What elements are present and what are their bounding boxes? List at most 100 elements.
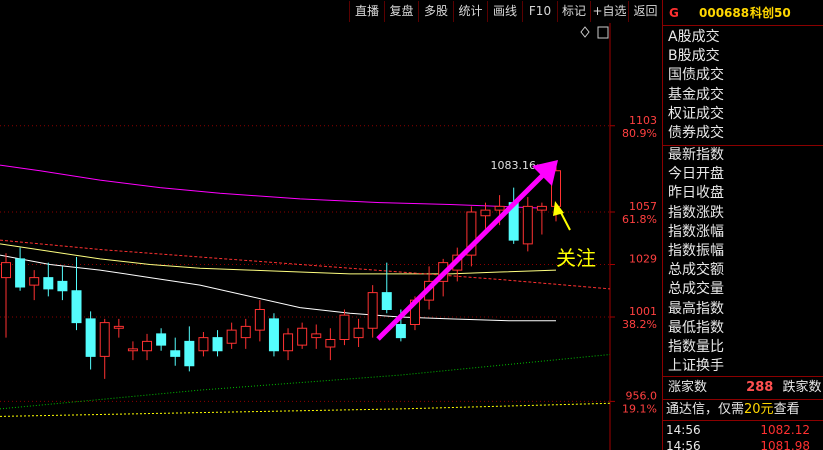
tick-time: 14:56 — [666, 423, 701, 437]
index-field-label: 最新指数 — [668, 147, 724, 163]
promo-suffix: 查看 — [773, 402, 800, 417]
candle-body — [494, 205, 505, 211]
toolbar-button-4[interactable]: 画线 — [487, 1, 522, 22]
candle-body — [1, 262, 11, 279]
index-field-label: 最高指数 — [668, 300, 724, 317]
tick-time: 14:56 — [666, 439, 701, 450]
candle-body — [226, 329, 237, 344]
candle-body — [85, 318, 96, 357]
index-field-label: 指数涨幅 — [668, 223, 724, 240]
index-field-label: 总成交额 — [668, 262, 724, 279]
up-count-label: 涨家数 — [668, 380, 708, 395]
candle-body — [381, 292, 392, 310]
index-field-label: 指数涨跌 — [668, 204, 724, 221]
trend-arrow-shaft — [376, 172, 546, 341]
toolbar-button-8[interactable]: 返回 — [628, 1, 662, 22]
candle-body — [339, 314, 350, 340]
promo-text[interactable]: 通达信，仅需20元查看 — [666, 400, 823, 419]
axis-price-label: 956.0 — [626, 389, 658, 402]
high-price-label: 1083.16 — [491, 159, 537, 172]
promo-price: 20元 — [744, 402, 774, 417]
index-field-label: 指数振幅 — [668, 242, 724, 259]
axis-pct-label: 80.9% — [622, 127, 657, 140]
candle-body — [43, 277, 54, 290]
ma-line-magenta — [0, 164, 546, 209]
candle-body — [353, 327, 364, 339]
index-field-label: 上证换手 — [668, 358, 724, 375]
trade-type-list: A股成交 B股成交 国债成交 基金成交 权证成交 债券成交 — [668, 28, 818, 143]
quote-panel: G 000688 科创50 A股成交 B股成交 国债成交 基金成交 权证成交 债券成交 最… — [662, 0, 823, 450]
candle-body — [311, 333, 322, 339]
candle-body — [254, 309, 265, 331]
candle-body — [212, 337, 223, 352]
divider — [663, 376, 823, 377]
index-field-label: 今日开盘 — [668, 166, 724, 183]
candle-body — [156, 333, 167, 346]
candle-body — [113, 325, 124, 329]
candle-body — [480, 209, 491, 217]
divider — [663, 25, 823, 26]
candle-body — [71, 290, 82, 324]
candle-body — [127, 348, 138, 352]
ma-line-green-dot — [0, 354, 611, 410]
candle-body — [198, 337, 209, 352]
index-field-label: 指数量比 — [668, 338, 724, 355]
index-field-label: 昨日收盘 — [668, 185, 724, 202]
candle-body — [99, 322, 110, 357]
annotation-text: 关注 — [556, 246, 596, 270]
advance-decline: 涨家数 288 跌家数 — [668, 378, 823, 398]
index-field-list: 最新指数今日开盘昨日收盘指数涨跌指数涨幅指数振幅总成交额总成交量最高指数最低指数… — [668, 146, 818, 376]
kline-chart[interactable]: 1103 80.9% 1057 61.8% 1029 1001 38.2% 956.0 19.1… — [0, 23, 662, 450]
trade-type-item[interactable]: B股成交 — [668, 47, 818, 66]
trade-type-item[interactable]: 国债成交 — [668, 66, 818, 85]
toolbar-button-6[interactable]: 标记 — [557, 1, 590, 22]
candle-body — [536, 205, 547, 211]
index-field-label: 最低指数 — [668, 319, 724, 336]
candle-body — [268, 318, 279, 352]
toolbar-button-2[interactable]: 多股 — [418, 1, 453, 22]
candle-body — [29, 277, 40, 286]
toolbar-button-5[interactable]: F10 — [522, 1, 557, 22]
candle-body — [57, 280, 68, 292]
toolbar-button-0[interactable]: 直播 — [349, 1, 384, 22]
trade-type-item[interactable]: 权证成交 — [668, 105, 818, 124]
axis-pct-label: 19.1% — [622, 402, 657, 415]
candle-body — [15, 258, 26, 288]
axis-price-label: 1001 — [629, 305, 657, 318]
axis-pct-label: 38.2% — [622, 318, 657, 331]
candle-body — [240, 325, 251, 339]
axis-pct-label: 61.8% — [622, 213, 657, 226]
tick-price: 1082.12 — [760, 423, 810, 437]
candle-body — [297, 327, 308, 346]
axis-price-label: 1029 — [629, 253, 657, 266]
trade-type-item[interactable]: 债券成交 — [668, 124, 818, 143]
stock-code: 000688 — [699, 6, 750, 20]
window-icon — [597, 26, 609, 39]
candle-body — [395, 324, 406, 339]
toolbar-button-1[interactable]: 复盘 — [384, 1, 418, 22]
promo-prefix: 通达信，仅需 — [666, 402, 745, 417]
trade-type-item[interactable]: 基金成交 — [668, 86, 818, 105]
ma-line-yellow-dash — [0, 402, 611, 417]
tick-row: 14:56 1081.98 — [666, 438, 822, 450]
up-count: 288 — [746, 380, 774, 395]
stock-name: 科创50 — [750, 6, 791, 20]
toolbar-button-7[interactable]: +自选 — [590, 1, 628, 22]
candle-body — [184, 340, 195, 367]
divider — [663, 420, 823, 421]
candle-body — [283, 333, 294, 352]
ma-line-red-dash — [0, 239, 611, 290]
axis-price-label: 1103 — [629, 114, 657, 127]
market-indicator: G — [669, 6, 679, 20]
candle-body — [170, 350, 181, 357]
toolbar-button-3[interactable]: 统计 — [453, 1, 487, 22]
kline-svg: 110380.9% 105761.8% 1029 100138.2% 956.019.1… — [0, 23, 658, 450]
candle-body — [142, 340, 153, 352]
down-count-label: 跌家数 — [782, 380, 822, 395]
trade-type-item[interactable]: A股成交 — [668, 28, 818, 47]
index-field-label: 总成交量 — [668, 281, 724, 298]
tick-price: 1081.98 — [760, 439, 810, 450]
candle-body — [522, 205, 533, 245]
candle-body — [367, 292, 378, 329]
quote-header: G 000688 科创50 — [663, 3, 823, 23]
